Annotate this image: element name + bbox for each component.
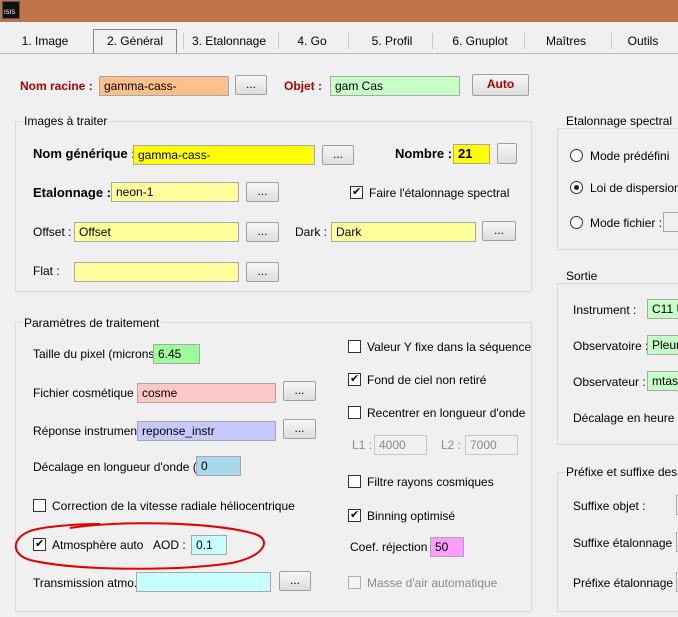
instrument-label: Instrument : <box>573 303 637 317</box>
prefixe-etalonnage-label: Préfixe étalonnage : <box>573 576 678 590</box>
sortie-title: Sortie <box>564 269 600 283</box>
mode-fichier-label: Mode fichier : <box>590 216 663 230</box>
prefixe-suffixe-title: Préfixe et suffixe des no <box>564 465 678 479</box>
loi-dispersion-radio[interactable] <box>570 181 583 194</box>
observateur-label: Observateur : <box>573 375 646 389</box>
observateur-field[interactable]: mtass <box>647 371 678 391</box>
instrument-field[interactable]: C11 U <box>647 299 678 319</box>
mode-fichier-field[interactable] <box>663 212 678 232</box>
observatoire-label: Observatoire : <box>573 339 649 353</box>
mode-predefini-radio[interactable] <box>570 149 583 162</box>
loi-dispersion-label: Loi de dispersion c <box>590 181 678 195</box>
etalonnage-spectral-title: Etalonnage spectral <box>564 114 675 128</box>
suffixe-objet-label: Suffixe objet : <box>573 499 646 513</box>
observatoire-field[interactable]: Pleum <box>647 335 678 355</box>
mode-predefini-label: Mode prédéfini <box>590 149 670 163</box>
decalage-heure-label: Décalage en heure : <box>573 411 678 425</box>
mode-fichier-radio[interactable] <box>570 216 583 229</box>
suffixe-etalonnage-label: Suffixe étalonnage : <box>573 536 678 550</box>
